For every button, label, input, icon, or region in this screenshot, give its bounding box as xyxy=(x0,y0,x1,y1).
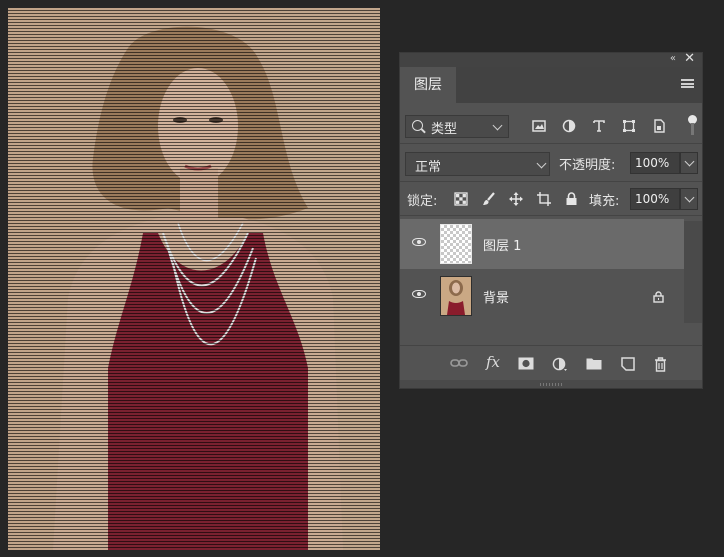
opacity-input[interactable]: 100% xyxy=(630,152,680,174)
shape-filter-icon[interactable] xyxy=(622,119,636,133)
lock-all-icon[interactable] xyxy=(565,192,578,206)
layer-thumbnail xyxy=(440,224,472,264)
panel-title-bar[interactable]: « ✕ xyxy=(400,51,702,67)
fx-icon[interactable]: fx xyxy=(486,353,500,371)
eye-icon[interactable] xyxy=(412,290,426,298)
smart-object-filter-icon[interactable] xyxy=(652,119,666,133)
trash-icon[interactable] xyxy=(654,357,667,372)
lock-artboard-icon[interactable] xyxy=(537,192,551,206)
chevron-down-icon xyxy=(536,158,547,169)
link-icon[interactable] xyxy=(450,357,468,369)
fill-label: 填充: xyxy=(589,194,620,209)
portrait-image xyxy=(53,26,343,550)
new-layer-icon[interactable] xyxy=(621,357,635,371)
filter-toggle-icon[interactable] xyxy=(688,115,697,137)
panel-menu-icon[interactable] xyxy=(681,79,694,88)
lock-icon[interactable] xyxy=(653,291,664,303)
layer-name[interactable]: 背景 xyxy=(483,287,509,306)
collapse-icon[interactable]: « xyxy=(670,53,676,64)
tab-layers[interactable]: 图层 xyxy=(400,67,456,103)
lock-position-icon[interactable] xyxy=(509,192,523,206)
document-canvas[interactable] xyxy=(8,8,380,550)
blend-mode-value: 正常 xyxy=(415,160,442,175)
close-icon[interactable]: ✕ xyxy=(684,51,695,66)
adjustment-layer-icon[interactable] xyxy=(552,357,568,372)
filter-type-select[interactable]: 类型 xyxy=(405,115,509,138)
filter-type-label: 类型 xyxy=(431,122,458,137)
fill-dropdown-button[interactable] xyxy=(680,188,698,210)
chevron-down-icon xyxy=(684,192,695,203)
folder-icon[interactable] xyxy=(586,357,602,370)
lock-image-pixels-icon[interactable] xyxy=(482,192,496,206)
adjustment-filter-icon[interactable] xyxy=(562,119,576,133)
type-filter-icon[interactable] xyxy=(592,119,606,133)
fill-input[interactable]: 100% xyxy=(630,188,680,210)
lock-label: 锁定: xyxy=(407,194,438,209)
mask-icon[interactable] xyxy=(518,357,534,370)
eye-icon[interactable] xyxy=(412,238,426,246)
layer-thumbnail xyxy=(440,276,472,316)
layer-name[interactable]: 图层 1 xyxy=(483,235,521,254)
opacity-dropdown-button[interactable] xyxy=(680,152,698,174)
lock-transparent-pixels-icon[interactable] xyxy=(454,192,468,206)
image-filter-icon[interactable] xyxy=(532,119,546,133)
layers-bottom-toolbar: fx xyxy=(400,349,702,379)
layers-panel: « ✕ 图层 类型 正常 不透明度: 100% 锁定: 填充: 100% 图层 … xyxy=(399,51,703,389)
layers-scrollbar[interactable] xyxy=(684,221,702,323)
tab-bar: 图层 xyxy=(400,67,702,103)
search-icon xyxy=(412,120,423,131)
layer-row-layer-1[interactable]: 图层 1 xyxy=(400,219,684,269)
panel-resize-grip[interactable] xyxy=(400,380,702,388)
layer-row-background[interactable]: 背景 xyxy=(400,271,684,321)
blend-mode-select[interactable]: 正常 xyxy=(405,152,550,176)
opacity-label: 不透明度: xyxy=(559,158,616,173)
chevron-down-icon xyxy=(492,120,503,131)
chevron-down-icon xyxy=(684,156,695,167)
